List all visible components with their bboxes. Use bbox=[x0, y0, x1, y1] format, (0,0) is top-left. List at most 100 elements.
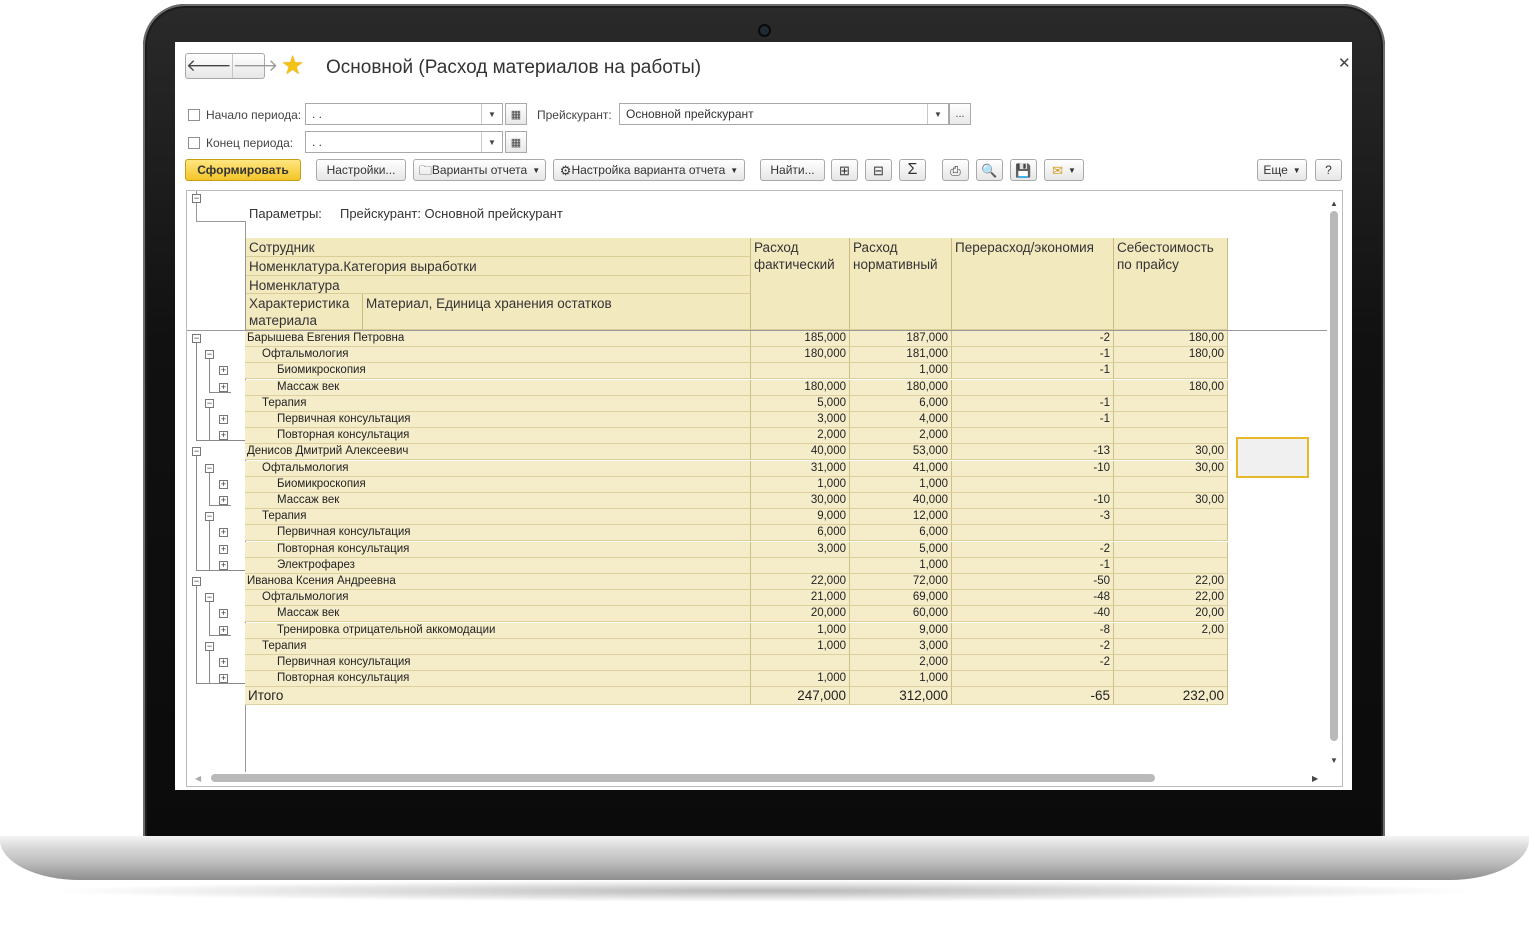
report-variants-label: Варианты отчета bbox=[431, 163, 528, 177]
report-area[interactable]: − Параметры: Прейскурант: Основной прейс… bbox=[186, 190, 1343, 787]
cell-actual: 2,000 bbox=[751, 428, 850, 445]
close-icon[interactable]: ✕ bbox=[1338, 54, 1351, 72]
expand-icon[interactable]: + bbox=[219, 544, 228, 554]
table-row[interactable]: Денисов Дмитрий Алексеевич 40,000 53,000 -1… bbox=[245, 444, 1228, 461]
print-icon[interactable]: ⎙ bbox=[942, 159, 969, 181]
sum-icon[interactable]: Σ bbox=[899, 159, 926, 181]
pricelist-select-button[interactable]: ... bbox=[949, 103, 971, 125]
table-row[interactable]: Первичная консультация 6,000 6,000 bbox=[245, 525, 1228, 542]
table-row[interactable]: Электрофарез 1,000 -1 bbox=[245, 557, 1228, 574]
settings-button[interactable]: Настройки... bbox=[316, 159, 406, 181]
table-row[interactable]: Барышева Евгения Петровна 185,000 187,000-… bbox=[245, 331, 1228, 347]
table-row[interactable]: Офтальмология 31,000 41,000 -10 30,00 bbox=[245, 460, 1228, 477]
expand-icon[interactable]: + bbox=[219, 479, 228, 489]
expand-icon[interactable]: + bbox=[219, 382, 228, 392]
expand-icon[interactable]: + bbox=[219, 609, 228, 619]
expand-icon[interactable]: + bbox=[219, 658, 228, 667]
cell-diff: -1 bbox=[952, 395, 1114, 412]
period-start-checkbox[interactable] bbox=[188, 109, 200, 121]
header-characteristic: Характеристика материала bbox=[246, 294, 363, 330]
preview-icon[interactable]: 🔍 bbox=[976, 159, 1003, 181]
period-end-input[interactable]: . . ▼ bbox=[305, 131, 503, 153]
table-row[interactable]: Массаж век 180,000 180,000 180,00 bbox=[245, 379, 1228, 396]
collapse-icon[interactable]: − bbox=[192, 334, 201, 343]
expand-icon[interactable]: + bbox=[219, 366, 228, 376]
tree-connector bbox=[196, 586, 197, 684]
report-parameters: Параметры: Прейскурант: Основной прейску… bbox=[249, 206, 563, 221]
cell-cost bbox=[1114, 638, 1228, 655]
table-row[interactable]: Повторная консультация 2,000 2,000 bbox=[245, 428, 1228, 445]
find-button[interactable]: Найти... bbox=[760, 159, 825, 181]
vertical-scrollbar[interactable] bbox=[1330, 211, 1338, 741]
collapse-icon[interactable]: − bbox=[205, 593, 214, 603]
app-window: 🡐 🡒 ★ Основной (Расход материалов на раб… bbox=[175, 42, 1352, 790]
chevron-down-icon[interactable]: ▼ bbox=[481, 104, 502, 124]
scroll-up-icon[interactable]: ▲ bbox=[1330, 199, 1338, 208]
horizontal-scrollbar[interactable] bbox=[211, 774, 1155, 782]
chevron-down-icon[interactable]: ▼ bbox=[927, 104, 948, 124]
cell-diff: -48 bbox=[952, 590, 1114, 607]
collapse-icon[interactable]: − bbox=[192, 447, 201, 457]
scroll-left-icon[interactable]: ◀ bbox=[195, 774, 201, 783]
collapse-icon[interactable]: − bbox=[192, 577, 201, 586]
table-row[interactable]: Первичная консультация 3,000 4,000 -1 bbox=[245, 412, 1228, 428]
expand-icon[interactable]: + bbox=[219, 496, 228, 505]
table-row[interactable]: Терапия 9,000 12,000 -3 bbox=[245, 509, 1228, 526]
cell-actual: 180,000 bbox=[751, 347, 850, 364]
cell-cost: 180,00 bbox=[1114, 379, 1228, 396]
collapse-icon[interactable]: − bbox=[205, 641, 214, 651]
expand-icon[interactable]: + bbox=[219, 674, 228, 684]
gutter-header bbox=[196, 191, 246, 222]
cell-actual: 1,000 bbox=[751, 476, 850, 493]
cell-diff: -3 bbox=[952, 509, 1114, 526]
cell-diff: -2 bbox=[952, 655, 1114, 671]
arrow-right-icon[interactable]: 🡒 bbox=[231, 54, 278, 78]
help-button[interactable]: ? bbox=[1315, 159, 1342, 181]
chevron-down-icon[interactable]: ▼ bbox=[481, 132, 502, 152]
total-row[interactable]: Итого 247,000 312,000 -65 232,00 bbox=[245, 687, 1228, 706]
expand-icon[interactable]: + bbox=[219, 560, 228, 570]
period-end-checkbox[interactable] bbox=[188, 137, 200, 149]
table-row[interactable]: Терапия 1,000 3,000 -2 bbox=[245, 638, 1228, 655]
star-icon[interactable]: ★ bbox=[281, 52, 304, 78]
scroll-right-icon[interactable]: ▶ bbox=[1312, 774, 1318, 783]
table-row[interactable]: Тренировка отрицательной аккомодации 1,00… bbox=[245, 622, 1228, 639]
report-variants-button[interactable]: 🗀 Варианты отчета ▼ bbox=[413, 159, 546, 181]
table-row[interactable]: Офтальмология 180,000 181,000 -1 180,00 bbox=[245, 347, 1228, 364]
table-row[interactable]: Массаж век 20,000 60,000 -40 20,00 bbox=[245, 606, 1228, 623]
arrow-left-icon[interactable]: 🡐 bbox=[186, 54, 232, 78]
expand-icon[interactable]: + bbox=[219, 431, 228, 441]
more-button[interactable]: Еще ▼ bbox=[1257, 159, 1307, 181]
table-row[interactable]: Повторная консультация 3,000 5,000 -2 bbox=[245, 541, 1228, 558]
table-row[interactable]: Первичная консультация 2,000 -2 bbox=[245, 655, 1228, 671]
collapse-icon[interactable]: − bbox=[205, 398, 214, 408]
period-start-input[interactable]: . . ▼ bbox=[305, 103, 503, 125]
table-row[interactable]: Биомикроскопия 1,000 1,000 bbox=[245, 476, 1228, 493]
expand-icon[interactable]: + bbox=[219, 415, 228, 424]
variant-settings-button[interactable]: ⚙ Настройка варианта отчета ▼ bbox=[553, 159, 745, 181]
table-row[interactable]: Массаж век 30,000 40,000 -10 30,00 bbox=[245, 493, 1228, 509]
group-expand-icon[interactable]: ⊞ bbox=[831, 159, 858, 181]
expand-icon[interactable]: + bbox=[219, 625, 228, 635]
collapse-icon[interactable]: − bbox=[205, 350, 214, 360]
scroll-down-icon[interactable]: ▼ bbox=[1330, 756, 1338, 765]
table-row[interactable]: Повторная консультация 1,000 1,000 bbox=[245, 671, 1228, 688]
group-collapse-icon[interactable]: ⊟ bbox=[865, 159, 892, 181]
cell-actual bbox=[751, 655, 850, 671]
generate-button[interactable]: Сформировать bbox=[185, 159, 301, 181]
expand-icon[interactable]: + bbox=[219, 528, 228, 538]
collapse-icon[interactable]: − bbox=[205, 512, 214, 522]
calendar-icon[interactable]: ▦ bbox=[505, 131, 527, 153]
table-row[interactable]: Офтальмология 21,000 69,000 -48 22,00 bbox=[245, 590, 1228, 607]
calendar-icon[interactable]: ▦ bbox=[505, 103, 527, 125]
save-icon[interactable]: 💾 bbox=[1010, 159, 1037, 181]
pricelist-input[interactable]: Основной прейскурант ▼ bbox=[619, 103, 949, 125]
table-row[interactable]: Терапия 5,000 6,000 -1 bbox=[245, 395, 1228, 412]
table-row[interactable]: Иванова Ксения Андреевна 22,000 72,000 -50 2… bbox=[245, 574, 1228, 590]
table-row[interactable]: Биомикроскопия 1,000 -1 bbox=[245, 363, 1228, 380]
email-icon[interactable]: ✉ ▼ bbox=[1044, 159, 1084, 181]
collapse-icon[interactable]: − bbox=[192, 194, 201, 203]
selected-cell[interactable] bbox=[1236, 437, 1309, 478]
period-start-label: Начало периода: bbox=[206, 108, 302, 122]
collapse-icon[interactable]: − bbox=[205, 463, 214, 473]
